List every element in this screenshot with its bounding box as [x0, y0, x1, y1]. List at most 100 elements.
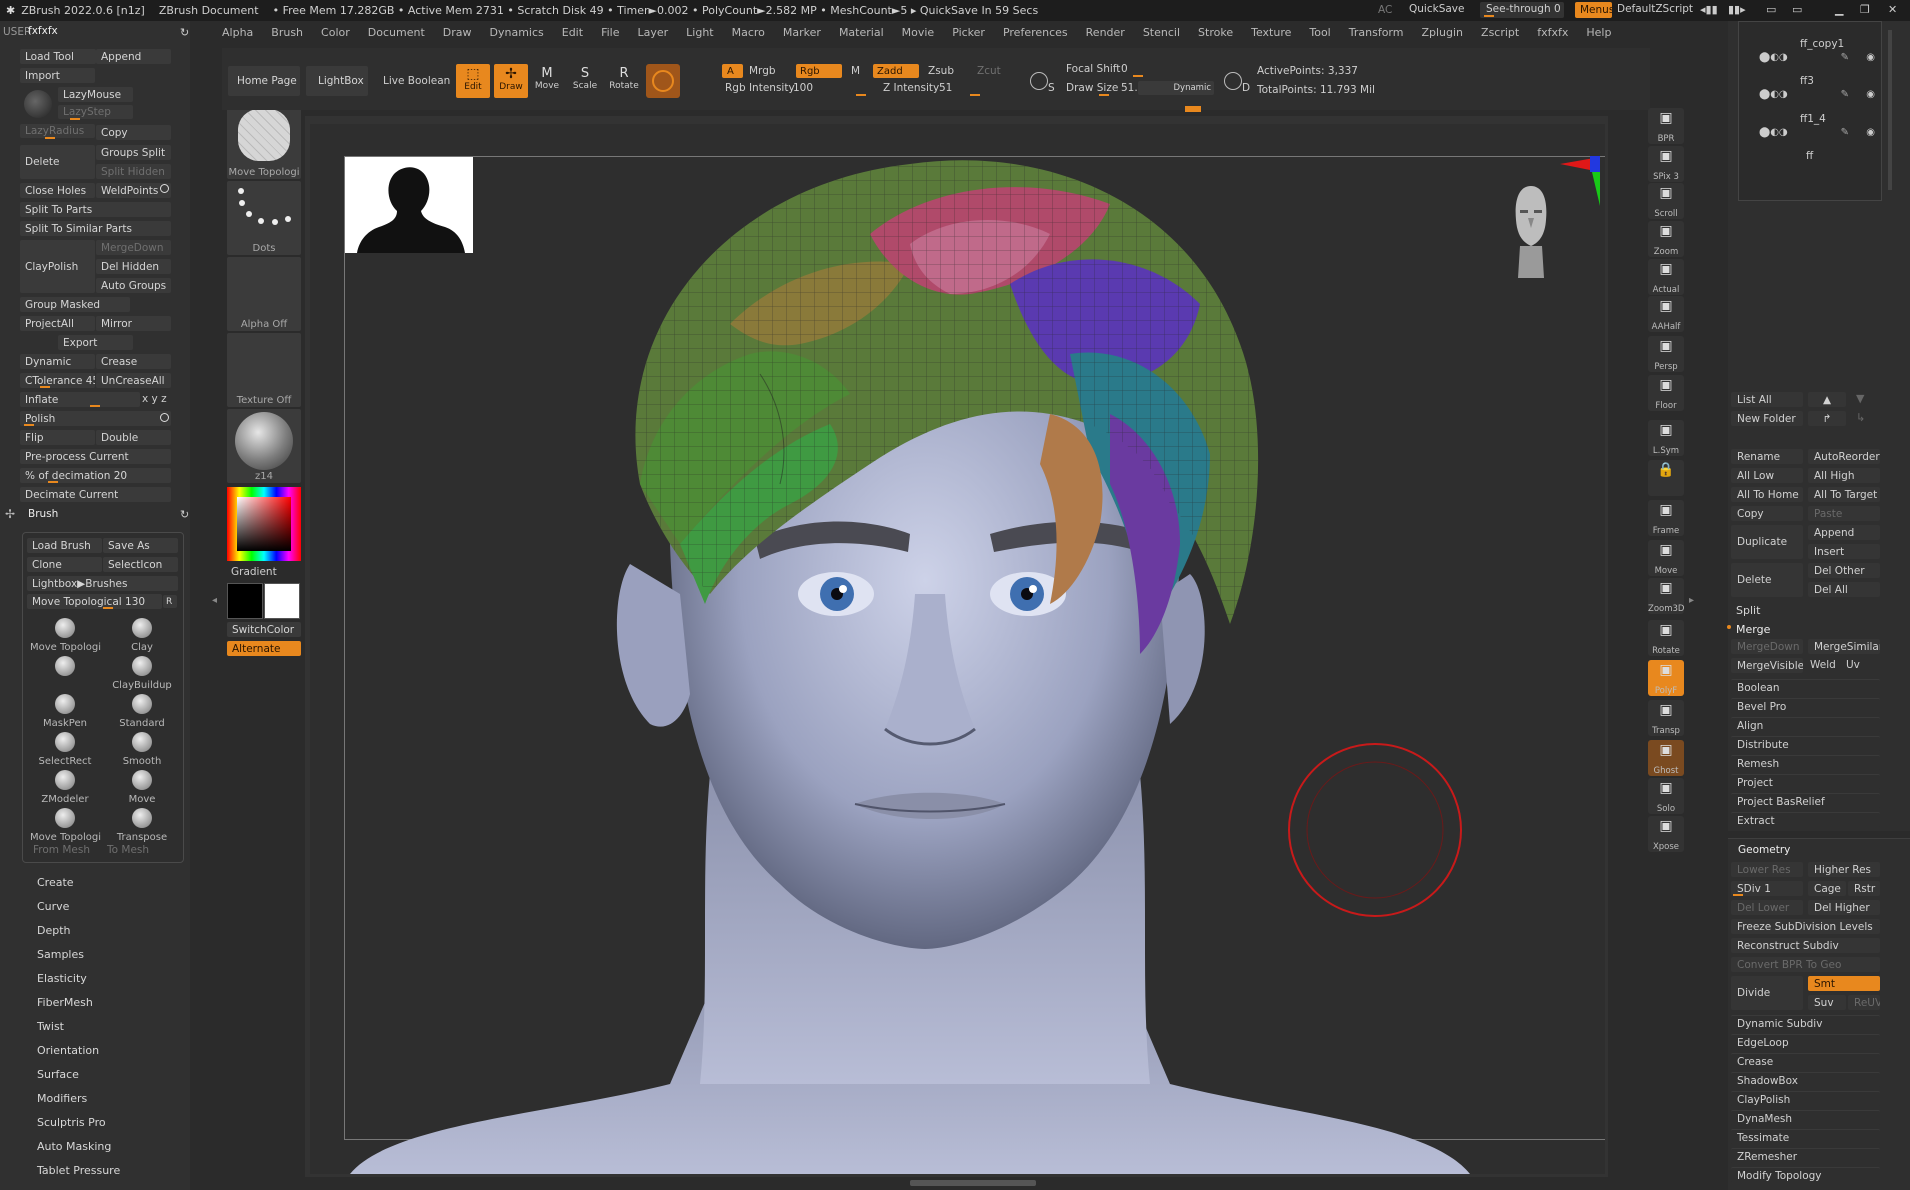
flip-button[interactable]: Flip: [20, 430, 95, 445]
left-nav-tablet-pressure[interactable]: Tablet Pressure: [37, 1164, 120, 1177]
left-nav-curve[interactable]: Curve: [37, 900, 69, 913]
duplicate-button[interactable]: Duplicate: [1731, 525, 1803, 559]
left-nav-sculptris-pro[interactable]: Sculptris Pro: [37, 1116, 106, 1129]
subtool-name-3[interactable]: ff: [1806, 150, 1813, 162]
reuv-toggle[interactable]: ReUV: [1848, 995, 1880, 1010]
geometry-section-claypolish[interactable]: ClayPolish: [1731, 1091, 1880, 1107]
close-holes-button[interactable]: Close Holes: [20, 183, 95, 198]
quicksave-button[interactable]: QuickSave: [1409, 3, 1464, 15]
lazyradius-slider[interactable]: LazyRadius: [20, 124, 95, 138]
clone-button[interactable]: Clone: [27, 557, 102, 572]
geometry-section-dynamesh[interactable]: DynaMesh: [1731, 1110, 1880, 1126]
move-down-icon[interactable]: ▼: [1856, 392, 1864, 405]
export-button[interactable]: Export: [58, 335, 133, 350]
freeze-subdiv-button[interactable]: Freeze SubDivision Levels: [1731, 919, 1880, 934]
rename-button[interactable]: Rename: [1731, 449, 1803, 464]
suv-toggle[interactable]: Suv: [1808, 995, 1846, 1010]
layout2-icon[interactable]: ▮▮▸: [1728, 3, 1746, 16]
split-to-parts-button[interactable]: Split To Parts: [20, 202, 171, 217]
canvas-scroll-handle[interactable]: [910, 1180, 1036, 1186]
right-tool-solo[interactable]: ▣ Solo: [1648, 778, 1684, 814]
all-high-button[interactable]: All High: [1808, 468, 1880, 483]
del-other-button[interactable]: Del Other: [1808, 563, 1880, 578]
convert-bpr-button[interactable]: Convert BPR To Geo: [1731, 957, 1880, 972]
to-mesh-button[interactable]: To Mesh: [107, 844, 149, 856]
menu-brush[interactable]: Brush: [271, 26, 303, 39]
menu-color[interactable]: Color: [321, 26, 350, 39]
z-intensity-slider[interactable]: Z Intensity 51: [880, 82, 1020, 96]
right-tool-l-sym[interactable]: ▣ L.Sym: [1648, 420, 1684, 456]
left-nav-fibermesh[interactable]: FiberMesh: [37, 996, 93, 1009]
polypaint-icon[interactable]: ✎: [1841, 89, 1849, 100]
edit-mode-button[interactable]: ⬚ Edit: [456, 64, 490, 98]
right-tool-frame[interactable]: ▣ Frame: [1648, 500, 1684, 536]
menu-texture[interactable]: Texture: [1251, 26, 1291, 39]
folder-action-button[interactable]: ↱: [1808, 411, 1846, 426]
right-tool-rotate[interactable]: ▣ Rotate: [1648, 620, 1684, 656]
eye-icon[interactable]: ◉: [1866, 89, 1875, 100]
delete-button[interactable]: Delete: [20, 145, 95, 179]
menu-movie[interactable]: Movie: [902, 26, 935, 39]
document-canvas[interactable]: [310, 124, 1605, 1174]
subtool-section-project[interactable]: Project: [1731, 774, 1880, 790]
menu-marker[interactable]: Marker: [783, 26, 821, 39]
shelf-scroll-marker[interactable]: [1185, 106, 1201, 112]
polypaint-icon[interactable]: ✎: [1841, 52, 1849, 63]
color-picker[interactable]: [227, 487, 301, 561]
r-button[interactable]: R: [163, 595, 177, 608]
cage-button[interactable]: Cage: [1808, 881, 1846, 896]
subtool-row-1[interactable]: ◉ ✎ ⬤◐◑: [1745, 89, 1875, 103]
current-brush-thumb[interactable]: Move Topologi: [227, 105, 301, 179]
brush-cell-3-1[interactable]: Smooth: [107, 731, 177, 767]
brush-cell-0-1[interactable]: Clay: [107, 617, 177, 653]
menu-zplugin[interactable]: Zplugin: [1421, 26, 1463, 39]
lazystep-slider[interactable]: LazyStep: [58, 105, 133, 119]
toggle-icon[interactable]: ⬤◐◑: [1759, 127, 1788, 138]
decimation-slider[interactable]: % of decimation 20: [20, 468, 171, 483]
lower-res-button[interactable]: Lower Res: [1731, 862, 1803, 877]
projectall-button[interactable]: ProjectAll: [20, 316, 95, 331]
left-nav-orientation[interactable]: Orientation: [37, 1044, 99, 1057]
right-tool-transp[interactable]: ▣ Transp: [1648, 700, 1684, 736]
menu-stroke[interactable]: Stroke: [1198, 26, 1233, 39]
brush-cell-3-0[interactable]: SelectRect: [30, 731, 100, 767]
brush-cell-2-0[interactable]: MaskPen: [30, 693, 100, 729]
brush-cell-0-0[interactable]: Move Topologi: [30, 617, 101, 653]
texture-thumb[interactable]: Texture Off: [227, 333, 301, 407]
layout-icon[interactable]: ◂▮▮: [1700, 3, 1718, 16]
subtool-section-bevel-pro[interactable]: Bevel Pro: [1731, 698, 1880, 714]
live-boolean-button[interactable]: Live Boolean: [383, 75, 450, 87]
menu-fxfxfx[interactable]: fxfxfx: [1537, 26, 1568, 39]
rstr-button[interactable]: Rstr: [1848, 881, 1880, 896]
copy-subtool-button[interactable]: Copy: [1731, 506, 1803, 521]
eye-icon[interactable]: ◉: [1866, 127, 1875, 138]
mrgb-toggle[interactable]: Mrgb: [749, 65, 776, 77]
right-tool-zoom[interactable]: ▣ Zoom: [1648, 221, 1684, 257]
reconstruct-subdiv-button[interactable]: Reconstruct Subdiv: [1731, 938, 1880, 953]
rgb-toggle[interactable]: Rgb: [796, 64, 842, 78]
refresh-icon[interactable]: ↻: [180, 26, 189, 39]
inflate-axis-label[interactable]: x y z: [142, 393, 167, 405]
menu-zscript[interactable]: Zscript: [1481, 26, 1519, 39]
left-nav-elasticity[interactable]: Elasticity: [37, 972, 87, 985]
brush-cell-1-0[interactable]: [30, 655, 100, 691]
load-brush-button[interactable]: Load Brush: [27, 538, 102, 553]
subtool-row-2[interactable]: ◉ ✎ ⬤◐◑: [1745, 127, 1875, 141]
merge-section[interactable]: Merge: [1736, 623, 1770, 636]
eye-icon[interactable]: ◉: [1866, 52, 1875, 63]
crease-button[interactable]: Crease: [96, 354, 171, 369]
right-tool-xpose[interactable]: ▣ Xpose: [1648, 816, 1684, 852]
geometry-title[interactable]: Geometry: [1738, 844, 1790, 856]
right-tool-actual[interactable]: ▣ Actual: [1648, 259, 1684, 295]
brush-cell-5-1[interactable]: Transpose: [107, 807, 177, 843]
focal-shift-slider[interactable]: Focal Shift 0: [1063, 62, 1213, 77]
collapse-right-icon[interactable]: ▸: [1689, 595, 1694, 606]
menu-render[interactable]: Render: [1086, 26, 1125, 39]
switchcolor-button[interactable]: SwitchColor: [227, 622, 301, 637]
load-tool-button[interactable]: Load Tool: [20, 49, 96, 64]
import-button[interactable]: Import: [20, 68, 95, 83]
menu-file[interactable]: File: [601, 26, 619, 39]
polish-radio-icon[interactable]: [160, 413, 169, 422]
list-all-button[interactable]: List All: [1731, 392, 1803, 407]
geometry-section-dynamic-subdiv[interactable]: Dynamic Subdiv: [1731, 1015, 1880, 1031]
